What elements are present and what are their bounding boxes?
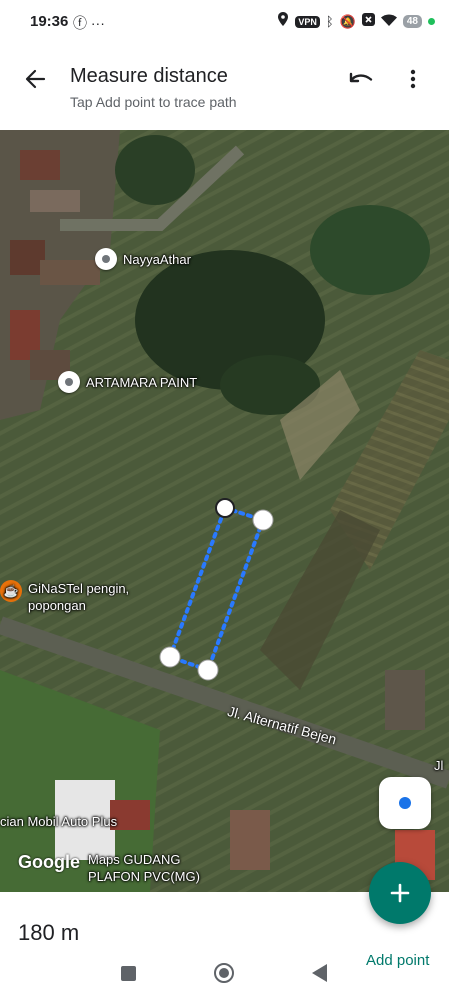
facebook-notification-icon: ⓕ ··· [73,15,105,31]
place-label: GiNaSTel pengin, [28,581,130,596]
undo-icon [349,72,373,83]
place-marker-mobil-auto-plus[interactable]: cian Mobil Auto Plus [0,814,117,829]
status-bar: 19:36 ⓕ ··· VPN ᛒ 🔕 48 [0,0,449,44]
place-marker-ginastel[interactable]: ☕ GiNaSTel pengin, popongan [0,580,129,614]
place-marker-artamara-paint[interactable]: ARTAMARA PAINT [58,371,197,393]
more-vert-icon [410,69,416,89]
wifi-icon [380,13,397,31]
no-sim-icon [361,12,375,31]
mute-icon: 🔕 [339,13,356,29]
page-title: Measure distance [70,65,228,87]
map-imagery [0,130,449,892]
place-label: PLAFON PVC(MG) [88,869,200,884]
satellite-map[interactable]: NayyaAthar ARTAMARA PAINT ☕ GiNaSTel pen… [0,130,449,892]
bluetooth-icon: ᛒ [325,14,334,29]
total-distance: 180 m [18,920,80,945]
home-button[interactable] [214,963,234,983]
google-logo: Google [18,852,80,872]
plus-icon [390,883,410,903]
system-nav-bar [0,958,449,1000]
system-back-button[interactable] [312,964,327,982]
food-icon: ☕ [0,580,22,602]
place-marker-nayyaathar[interactable]: NayyaAthar [95,248,191,270]
vpn-icon: VPN [295,15,320,28]
my-location-icon [399,797,411,809]
road-label-edge: Jl [434,758,443,773]
status-time: 19:36 [30,13,69,30]
my-location-button[interactable] [379,777,431,829]
place-pin-icon [95,248,117,270]
arrow-back-icon [25,69,46,89]
add-point-fab[interactable] [369,862,431,924]
back-button[interactable] [20,64,50,94]
privacy-dot-icon [428,18,435,25]
location-icon [277,12,289,31]
recents-button[interactable] [121,966,136,981]
place-label: ARTAMARA PAINT [86,374,198,390]
place-pin-icon [58,371,80,393]
undo-button[interactable] [345,64,377,94]
place-label: Maps GUDANG [88,852,181,867]
home-icon [219,968,229,978]
place-label: cian Mobil Auto Plus [0,814,118,829]
place-label: popongan [28,598,86,613]
road-label: Jl [434,758,444,773]
place-label: NayyaAthar [123,251,191,267]
more-options-button[interactable] [401,64,425,94]
place-marker-gudang-plafon[interactable]: Maps GUDANG PLAFON PVC(MG) [88,851,200,885]
page-subtitle: Tap Add point to trace path [70,94,237,110]
status-icons: VPN ᛒ 🔕 48 [277,12,435,31]
battery-icon: 48 [402,15,422,28]
app-bar: Measure distance Tap Add point to trace … [0,44,449,130]
